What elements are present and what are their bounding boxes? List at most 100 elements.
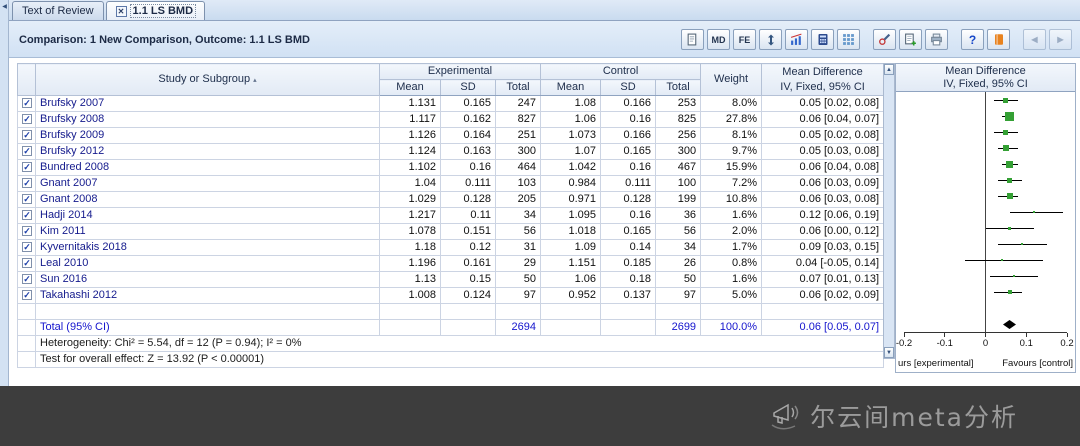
control-mean[interactable]: 1.06 xyxy=(540,271,602,288)
study-name[interactable]: Kim 2011 xyxy=(35,223,380,240)
experimental-total[interactable]: 50 xyxy=(494,271,542,288)
control-total[interactable]: 253 xyxy=(655,95,702,112)
control-total[interactable]: 825 xyxy=(655,111,702,128)
study-include-checkbox[interactable]: ✓ xyxy=(17,143,36,160)
study-include-checkbox[interactable]: ✓ xyxy=(17,159,36,176)
study-name[interactable]: Bundred 2008 xyxy=(35,159,380,176)
next-outcome-button[interactable]: ▶ xyxy=(1049,29,1072,50)
control-mean[interactable]: 1.07 xyxy=(540,143,602,160)
previous-outcome-button[interactable]: ◀ xyxy=(1023,29,1046,50)
experimental-mean[interactable]: 1.13 xyxy=(379,271,441,288)
control-sd[interactable]: 0.16 xyxy=(600,111,657,128)
study-include-checkbox[interactable]: ✓ xyxy=(17,223,36,240)
ctl-sd-header[interactable]: SD xyxy=(600,79,657,96)
experimental-sd[interactable]: 0.128 xyxy=(440,191,496,208)
add-note-button[interactable] xyxy=(899,29,922,50)
experimental-mean[interactable]: 1.117 xyxy=(379,111,441,128)
experimental-sd[interactable]: 0.111 xyxy=(440,175,496,192)
ctl-mean-header[interactable]: Mean xyxy=(540,79,602,96)
flip-graph-button[interactable] xyxy=(759,29,782,50)
collapse-left-icon[interactable]: ◀ xyxy=(0,0,9,10)
experimental-sd[interactable]: 0.11 xyxy=(440,207,496,224)
control-mean[interactable]: 1.073 xyxy=(540,127,602,144)
control-sd[interactable]: 0.166 xyxy=(600,127,657,144)
control-sd[interactable]: 0.185 xyxy=(600,255,657,272)
experimental-sd[interactable]: 0.162 xyxy=(440,111,496,128)
experimental-mean[interactable]: 1.102 xyxy=(379,159,441,176)
control-total[interactable]: 100 xyxy=(655,175,702,192)
study-column-header[interactable]: Study or Subgroup ▴ xyxy=(35,63,380,96)
exp-mean-header[interactable]: Mean xyxy=(379,79,441,96)
study-include-checkbox[interactable]: ✓ xyxy=(17,255,36,272)
chart-options-button[interactable] xyxy=(785,29,808,50)
experimental-mean[interactable]: 1.04 xyxy=(379,175,441,192)
control-total[interactable]: 467 xyxy=(655,159,702,176)
study-include-checkbox[interactable]: ✓ xyxy=(17,175,36,192)
exp-total-header[interactable]: Total xyxy=(494,79,542,96)
experimental-mean[interactable]: 1.078 xyxy=(379,223,441,240)
control-total[interactable]: 50 xyxy=(655,271,702,288)
data-grid-button[interactable] xyxy=(837,29,860,50)
control-sd[interactable]: 0.14 xyxy=(600,239,657,256)
control-mean[interactable]: 1.151 xyxy=(540,255,602,272)
study-include-checkbox[interactable]: ✓ xyxy=(17,271,36,288)
control-mean[interactable]: 0.952 xyxy=(540,287,602,304)
experimental-total[interactable]: 827 xyxy=(494,111,542,128)
experimental-total[interactable]: 31 xyxy=(494,239,542,256)
experimental-sd[interactable]: 0.12 xyxy=(440,239,496,256)
control-total[interactable]: 26 xyxy=(655,255,702,272)
control-sd[interactable]: 0.16 xyxy=(600,159,657,176)
experimental-sd[interactable]: 0.164 xyxy=(440,127,496,144)
experimental-mean[interactable]: 1.217 xyxy=(379,207,441,224)
experimental-total[interactable]: 251 xyxy=(494,127,542,144)
study-include-checkbox[interactable]: ✓ xyxy=(17,111,36,128)
study-name[interactable]: Takahashi 2012 xyxy=(35,287,380,304)
control-mean[interactable]: 1.042 xyxy=(540,159,602,176)
study-name[interactable]: Brufsky 2012 xyxy=(35,143,380,160)
effect-measure-md-button[interactable]: MD xyxy=(707,29,730,50)
experimental-sd[interactable]: 0.15 xyxy=(440,271,496,288)
print-button[interactable] xyxy=(925,29,948,50)
close-tab-icon[interactable]: ✕ xyxy=(115,5,127,17)
experimental-mean[interactable]: 1.124 xyxy=(379,143,441,160)
study-include-checkbox[interactable]: ✓ xyxy=(17,287,36,304)
experimental-sd[interactable]: 0.124 xyxy=(440,287,496,304)
control-mean[interactable]: 1.018 xyxy=(540,223,602,240)
experimental-mean[interactable]: 1.126 xyxy=(379,127,441,144)
control-sd[interactable]: 0.165 xyxy=(600,223,657,240)
experimental-group-header[interactable]: Experimental xyxy=(378,63,542,80)
control-total[interactable]: 34 xyxy=(655,239,702,256)
experimental-sd[interactable]: 0.161 xyxy=(440,255,496,272)
exp-sd-header[interactable]: SD xyxy=(440,79,496,96)
experimental-total[interactable]: 103 xyxy=(494,175,542,192)
study-include-checkbox[interactable]: ✓ xyxy=(17,191,36,208)
md-column-header[interactable]: Mean Difference IV, Fixed, 95% CI xyxy=(761,63,885,96)
control-mean[interactable]: 1.08 xyxy=(540,95,602,112)
study-name[interactable]: Gnant 2007 xyxy=(35,175,380,192)
control-sd[interactable]: 0.137 xyxy=(600,287,657,304)
ctl-total-header[interactable]: Total xyxy=(655,79,702,96)
experimental-total[interactable]: 97 xyxy=(494,287,542,304)
study-include-checkbox[interactable]: ✓ xyxy=(17,207,36,224)
weight-column-header[interactable]: Weight xyxy=(700,63,763,96)
table-vertical-scrollbar[interactable]: ▲ ▼ xyxy=(883,63,895,359)
control-total[interactable]: 256 xyxy=(655,127,702,144)
control-total[interactable]: 300 xyxy=(655,143,702,160)
control-sd[interactable]: 0.18 xyxy=(600,271,657,288)
experimental-sd[interactable]: 0.16 xyxy=(440,159,496,176)
study-name[interactable]: Brufsky 2008 xyxy=(35,111,380,128)
control-total[interactable]: 199 xyxy=(655,191,702,208)
export-report-button[interactable] xyxy=(681,29,704,50)
left-panel-splitter[interactable]: ◀ xyxy=(0,0,9,386)
experimental-total[interactable]: 34 xyxy=(494,207,542,224)
experimental-total[interactable]: 29 xyxy=(494,255,542,272)
experimental-mean[interactable]: 1.008 xyxy=(379,287,441,304)
control-group-header[interactable]: Control xyxy=(540,63,702,80)
experimental-sd[interactable]: 0.165 xyxy=(440,95,496,112)
experimental-mean[interactable]: 1.18 xyxy=(379,239,441,256)
study-name[interactable]: Brufsky 2007 xyxy=(35,95,380,112)
experimental-mean[interactable]: 1.029 xyxy=(379,191,441,208)
control-total[interactable]: 97 xyxy=(655,287,702,304)
control-mean[interactable]: 1.06 xyxy=(540,111,602,128)
control-sd[interactable]: 0.166 xyxy=(600,95,657,112)
